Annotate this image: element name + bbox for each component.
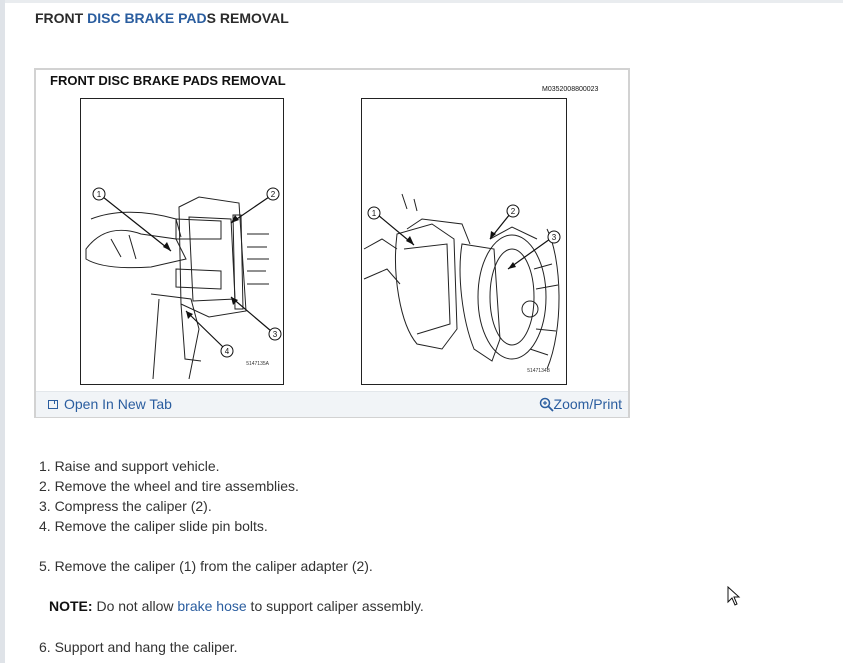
panel-b-code: 5147134B (527, 368, 550, 374)
mouse-cursor-icon (727, 586, 741, 606)
top-rule (0, 0, 843, 3)
left-rule (0, 0, 5, 663)
callout-a-4: 4 (225, 347, 230, 356)
callout-a-1: 1 (97, 190, 102, 199)
illustration-panel-left: 1 2 3 4 5147135A (80, 98, 284, 385)
disc-brake-pad-link[interactable]: DISC BRAKE PAD (87, 10, 207, 26)
brake-hose-link[interactable]: brake hose (177, 598, 246, 614)
step-3: 3. Compress the caliper (2). (39, 498, 212, 514)
zoom-print-button[interactable]: Zoom/Print (539, 396, 622, 412)
page-title: FRONT DISC BRAKE PADS REMOVAL (35, 10, 289, 26)
note-label: NOTE: (49, 598, 93, 614)
step-2: 2. Remove the wheel and tire assemblies. (39, 478, 299, 494)
callout-a-3: 3 (273, 330, 278, 339)
zoom-print-label: Zoom/Print (553, 396, 622, 412)
note: NOTE: Do not allow brake hose to support… (49, 598, 424, 614)
callout-b-2: 2 (511, 207, 516, 216)
figure-code: M0352008800023 (542, 86, 599, 93)
figure-box: FRONT DISC BRAKE PADS REMOVAL M035200880… (34, 68, 630, 418)
open-new-tab-icon (48, 399, 58, 409)
step-4: 4. Remove the caliper slide pin bolts. (39, 518, 268, 534)
open-in-new-tab-button[interactable]: Open In New Tab (48, 396, 172, 412)
panel-a-code: 5147135A (246, 361, 269, 367)
zoom-in-icon (539, 397, 554, 412)
step-5: 5. Remove the caliper (1) from the calip… (39, 558, 373, 574)
callout-a-2: 2 (271, 190, 276, 199)
step-6: 6. Support and hang the caliper. (39, 639, 238, 655)
illustration-panel-right: 1 2 3 5147134B (361, 98, 567, 385)
caliper-diagram-left: 1 2 3 4 5147135A (85, 187, 282, 380)
figure-footer: Open In New Tab Zoom/Print (36, 391, 628, 417)
step-1: 1. Raise and support vehicle. (39, 458, 220, 474)
figure-title: FRONT DISC BRAKE PADS REMOVAL (50, 73, 286, 88)
open-in-new-tab-label: Open In New Tab (64, 396, 172, 412)
callout-b-1: 1 (372, 209, 377, 218)
caliper-diagram-right: 1 2 3 5147134B (363, 193, 561, 374)
callout-b-3: 3 (552, 233, 557, 242)
